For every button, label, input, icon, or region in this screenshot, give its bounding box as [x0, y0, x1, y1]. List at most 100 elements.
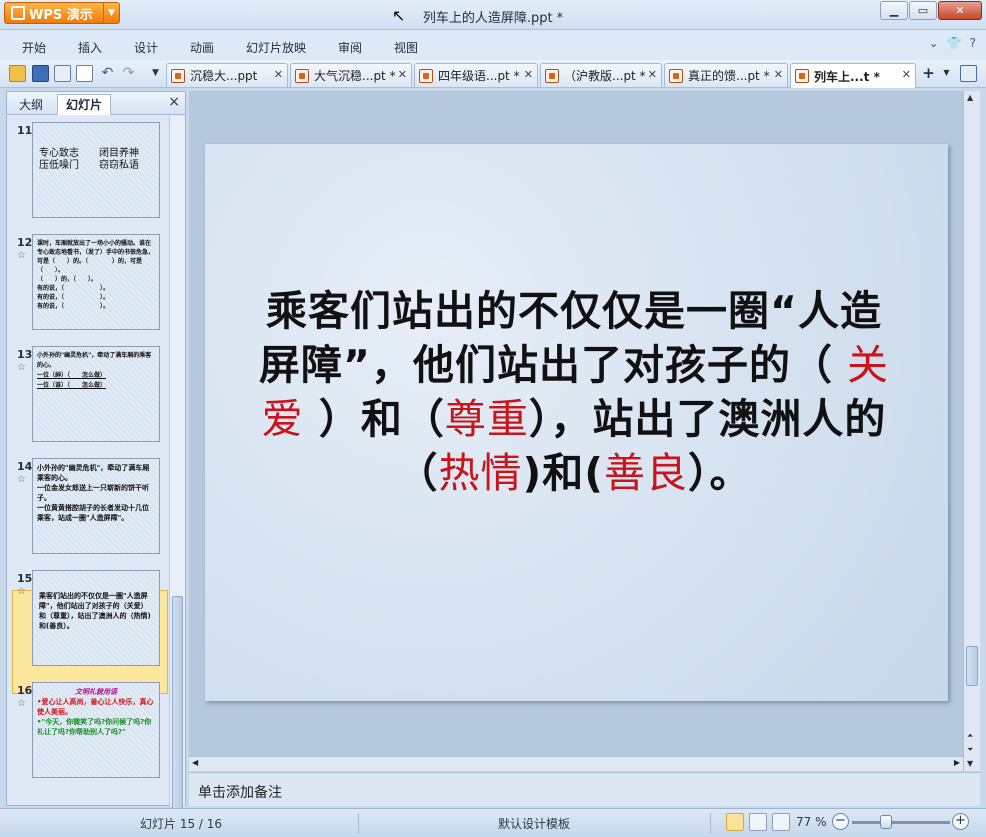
- slide-thumbnail-13[interactable]: 13 ☆ 小外孙的"幽灵危机"，牵动了满车厢的乘客的心。 一位（绅）（ 怎么做）…: [7, 346, 170, 446]
- slide-thumbnail-16[interactable]: 16 ☆ 文明礼貌用语 •爱心让人高尚，善心让人快乐，真心使人美丽。 •"今天，…: [7, 682, 170, 782]
- doc-tab-2[interactable]: 大气沉稳...pt * ✕: [290, 63, 412, 87]
- tab-slides[interactable]: 幻灯片: [57, 94, 112, 115]
- print-preview-icon[interactable]: [76, 65, 93, 82]
- print-icon[interactable]: [54, 65, 71, 82]
- new-tab-icon[interactable]: +: [920, 65, 937, 82]
- close-tab-icon[interactable]: ✕: [274, 68, 283, 81]
- thumb-line: 一位（谁）（ 怎么做）: [37, 382, 107, 389]
- thumb-line: 课时，车厢就放出了一场小小的骚动。谁在专心致志地看书，（发了）手中的书很危急，可…: [37, 240, 155, 274]
- slide-preview[interactable]: 乘客们站出的不仅仅是一圈"人造屏障"，他们站出了对孩子的（关爱）和（尊重），站出…: [32, 570, 160, 666]
- panel-tabs: 大纲 幻灯片 ×: [7, 92, 185, 115]
- next-slide-icon[interactable]: ⏷: [967, 745, 973, 755]
- close-tab-icon[interactable]: ✕: [902, 68, 911, 81]
- slides-panel: 大纲 幻灯片 × 11 专心致志 闭目养神 压低噪门 窃窃私语 12 ☆ 课时，…: [6, 91, 186, 816]
- slide-thumbnail-12[interactable]: 12 ☆ 课时，车厢就放出了一场小小的骚动。谁在专心致志地看书，（发了）手中的书…: [7, 234, 170, 334]
- slide-thumbnail-14[interactable]: 14 ☆ 小外孙的"幽灵危机"，牵动了满车厢乘客的心。 一位金发女郎送上一只崭新…: [7, 458, 170, 558]
- slide-preview[interactable]: 小外孙的"幽灵危机"，牵动了满车厢乘客的心。 一位金发女郎送上一只崭新的饼干听子…: [32, 458, 160, 554]
- doc-tab-label: 沉稳大...ppt: [190, 69, 258, 83]
- slide-thumbnail-11[interactable]: 11 专心致志 闭目养神 压低噪门 窃窃私语: [7, 122, 170, 222]
- doc-tab-5[interactable]: 真正的馈...pt * ✕: [664, 63, 788, 87]
- animation-star-icon: ☆: [17, 362, 26, 373]
- zoom-in-button[interactable]: +: [952, 813, 969, 830]
- ppt-file-icon: [419, 68, 433, 83]
- close-tab-icon[interactable]: ✕: [774, 68, 783, 81]
- menu-view[interactable]: 视图: [394, 39, 418, 56]
- restore-button[interactable]: ▭: [909, 1, 937, 20]
- tab-outline[interactable]: 大纲: [11, 95, 51, 114]
- undo-icon[interactable]: ↶: [99, 65, 116, 82]
- scrollbar-thumb[interactable]: [966, 646, 978, 686]
- thumb-line: 文明礼貌用语: [75, 688, 117, 696]
- close-tab-icon[interactable]: ✕: [398, 68, 407, 81]
- doc-tab-label: 列车上...t *: [814, 69, 880, 84]
- close-tab-icon[interactable]: ✕: [524, 68, 533, 81]
- vertical-scrollbar[interactable]: ▲ ⏶ ⏷ ▼: [963, 91, 980, 771]
- scroll-up-icon[interactable]: ▲: [967, 93, 973, 102]
- normal-view-icon[interactable]: [726, 813, 744, 831]
- notes-pane[interactable]: 单击添加备注: [189, 772, 980, 806]
- menu-home[interactable]: 开始: [22, 39, 46, 56]
- window-layout-icon[interactable]: [960, 65, 977, 82]
- tab-list-icon[interactable]: ▼: [938, 65, 955, 82]
- animation-star-icon: ☆: [17, 586, 26, 597]
- slide-thumbnail-15[interactable]: 15 ☆ 乘客们站出的不仅仅是一圈"人造屏障"，他们站出了对孩子的（关爱）和（尊…: [7, 570, 170, 670]
- zoom-slider-thumb[interactable]: [880, 815, 892, 829]
- prev-slide-icon[interactable]: ⏶: [967, 731, 973, 741]
- doc-tab-4[interactable]: （沪教版...pt * ✕: [540, 63, 662, 87]
- slide-preview[interactable]: 文明礼貌用语 •爱心让人高尚，善心让人快乐，真心使人美丽。 •"今天，你微笑了吗…: [32, 682, 160, 778]
- open-folder-icon[interactable]: [9, 65, 26, 82]
- animation-star-icon: ☆: [17, 698, 26, 709]
- slide-body-text[interactable]: 乘客们站出的不仅仅是一圈“人造屏障”，他们站出了对孩子的（ 关爱 ）和（尊重），…: [249, 284, 899, 500]
- ppt-file-icon: [669, 68, 683, 83]
- doc-tab-label: 真正的馈...pt *: [688, 69, 770, 83]
- slide-sorter-view-icon[interactable]: [749, 813, 767, 831]
- close-panel-icon[interactable]: ×: [168, 94, 180, 110]
- thumb-line: 专心致志 闭目养神: [39, 148, 139, 159]
- slide-answer-text: 热情: [438, 449, 523, 497]
- animation-star-icon: ☆: [17, 474, 26, 485]
- collapse-ribbon-icon[interactable]: ⌄: [929, 36, 939, 50]
- quick-access-toolbar: ↶ ↷ ▼ 沉稳大...ppt ✕ 大气沉稳...pt * ✕ 四年级语...p…: [0, 60, 986, 88]
- scroll-left-icon[interactable]: ◀: [192, 758, 198, 767]
- animation-star-icon: ☆: [17, 250, 26, 261]
- zoom-out-button[interactable]: −: [832, 813, 849, 830]
- slide-text-segment: ）和（: [303, 395, 445, 443]
- scrollbar-thumb[interactable]: [172, 596, 183, 816]
- current-slide[interactable]: 乘客们站出的不仅仅是一圈“人造屏障”，他们站出了对孩子的（ 关爱 ）和（尊重），…: [205, 144, 948, 701]
- window-title: 列车上的人造屏障.ppt *: [422, 11, 564, 26]
- menu-animation[interactable]: 动画: [190, 39, 214, 56]
- thumbnail-scrollbar[interactable]: [169, 116, 185, 816]
- horizontal-scrollbar[interactable]: ◀ ▶: [189, 756, 963, 771]
- save-icon[interactable]: [32, 65, 49, 82]
- help-icon[interactable]: ?: [970, 36, 976, 50]
- menu-slideshow[interactable]: 幻灯片放映: [246, 39, 306, 56]
- notes-placeholder[interactable]: 单击添加备注: [198, 782, 282, 802]
- slide-answer-text: 善良: [603, 449, 688, 497]
- menu-design[interactable]: 设计: [134, 39, 158, 56]
- redo-icon[interactable]: ↷: [120, 65, 137, 82]
- scroll-right-icon[interactable]: ▶: [954, 758, 960, 767]
- slide-text-segment: )和(: [522, 449, 604, 497]
- slideshow-view-icon[interactable]: [772, 813, 790, 831]
- slide-preview[interactable]: 专心致志 闭目养神 压低噪门 窃窃私语: [32, 122, 160, 218]
- thumb-line: 有的说，（ ）。: [37, 294, 110, 301]
- ppt-file-icon: [795, 69, 809, 83]
- ppt-file-icon: [545, 68, 559, 83]
- zoom-level[interactable]: 77 %: [796, 815, 827, 829]
- doc-tab-active[interactable]: 列车上...t * ✕: [790, 63, 916, 88]
- customize-toolbar-icon[interactable]: ▼: [147, 65, 164, 82]
- menu-insert[interactable]: 插入: [78, 39, 102, 56]
- slide-editing-area: 乘客们站出的不仅仅是一圈“人造屏障”，他们站出了对孩子的（ 关爱 ）和（尊重），…: [189, 91, 963, 756]
- menu-review[interactable]: 审阅: [338, 39, 362, 56]
- minimize-button[interactable]: ▁: [880, 1, 908, 20]
- doc-tab-3[interactable]: 四年级语...pt * ✕: [414, 63, 538, 87]
- slide-preview[interactable]: 课时，车厢就放出了一场小小的骚动。谁在专心致志地看书，（发了）手中的书很危急，可…: [32, 234, 160, 330]
- close-window-button[interactable]: ✕: [938, 1, 982, 20]
- slide-preview[interactable]: 小外孙的"幽灵危机"，牵动了满车厢的乘客的心。 一位（绅）（ 怎么做） 一位（谁…: [32, 346, 160, 442]
- close-tab-icon[interactable]: ✕: [648, 68, 657, 81]
- skin-icon[interactable]: 👕: [947, 36, 962, 50]
- thumb-line: 乘客们站出的不仅仅是一圈"人造屏障"，他们站出了对孩子的（关爱）和（尊重），站出…: [39, 592, 151, 630]
- zoom-slider-track[interactable]: [852, 821, 950, 824]
- doc-tab-1[interactable]: 沉稳大...ppt ✕: [166, 63, 288, 87]
- scroll-down-icon[interactable]: ▼: [967, 759, 973, 768]
